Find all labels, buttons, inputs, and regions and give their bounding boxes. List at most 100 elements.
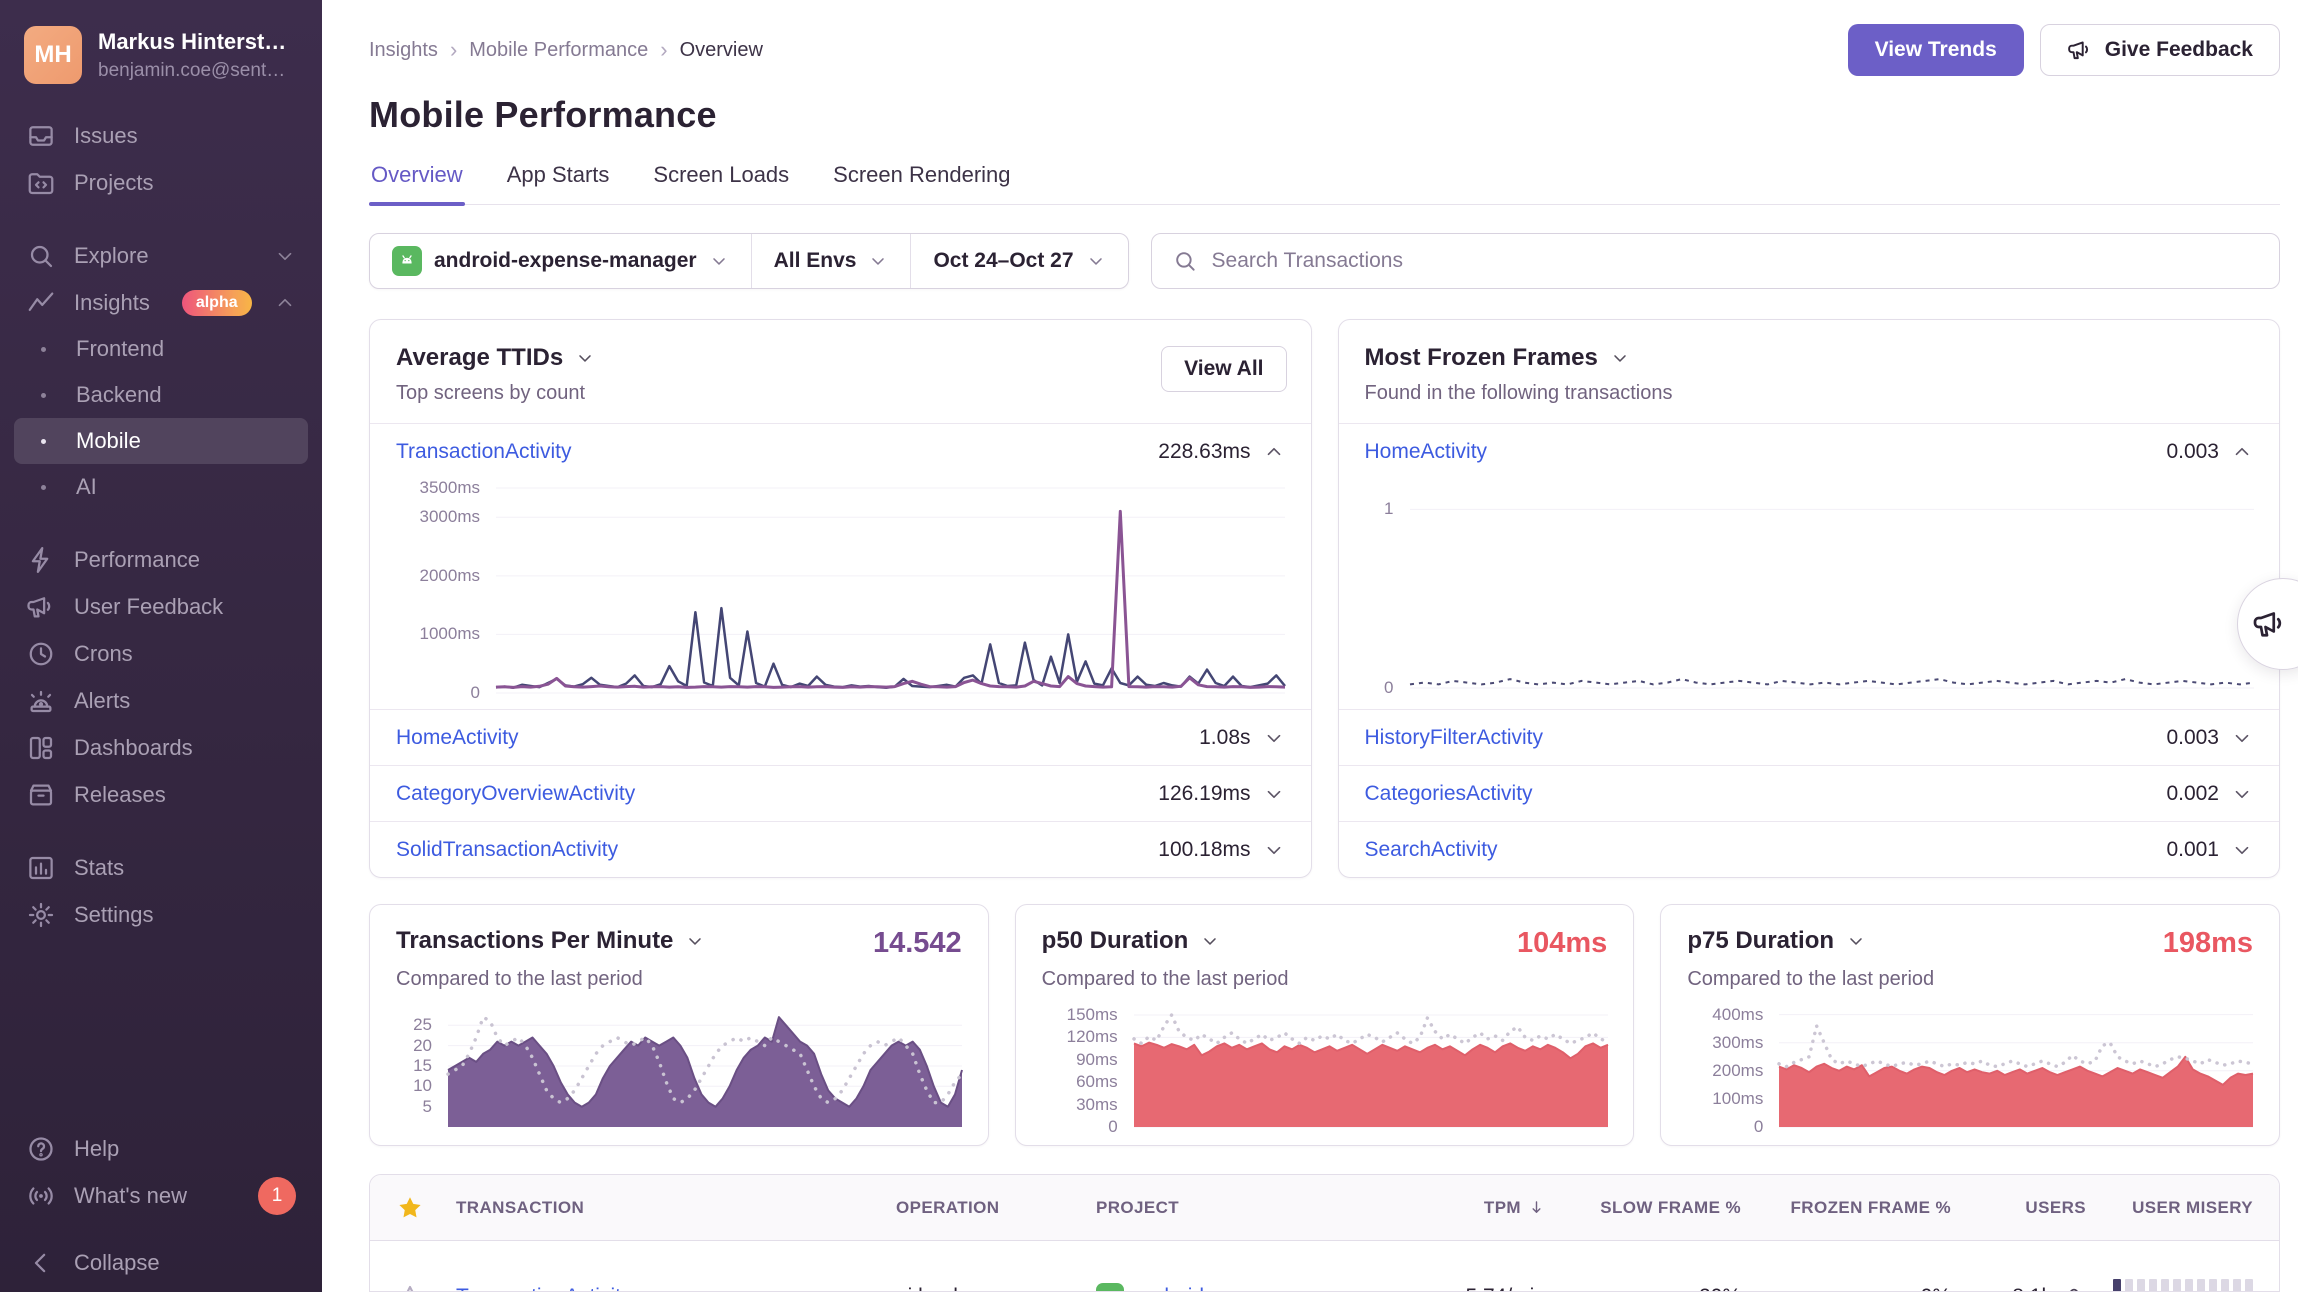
search-transactions-box[interactable] [1151, 233, 2280, 289]
chevron-down-icon[interactable] [1263, 839, 1285, 861]
activity-row[interactable]: HistoryFilterActivity0.003 [1339, 709, 2280, 765]
sidebar-item-crons[interactable]: Crons [14, 630, 308, 677]
chevron-down-icon [274, 245, 296, 267]
sidebar-item-insights[interactable]: Insightsalpha [14, 279, 308, 326]
chevron-down-icon[interactable] [1846, 931, 1866, 951]
sidebar-item-ai[interactable]: AI [14, 464, 308, 510]
transaction-link[interactable]: HistoryFilterActivity [1365, 726, 1544, 750]
transaction-link[interactable]: HomeActivity [1365, 440, 1488, 464]
sidebar-item-label: Releases [74, 782, 166, 808]
sidebar-item-label: Backend [76, 382, 162, 408]
sidebar-item-releases[interactable]: Releases [14, 771, 308, 818]
p50-duration-panel: p50 Duration 104ms Compared to the last … [1015, 904, 1635, 1146]
chevron-down-icon[interactable] [685, 931, 705, 951]
project-link[interactable]: android-expense-manager [1134, 1285, 1380, 1292]
table-row: TransactionActivityui.loadandroid-expens… [370, 1241, 2279, 1292]
chevron-up-icon[interactable] [2231, 441, 2253, 463]
chevron-down-icon[interactable] [1263, 783, 1285, 805]
chevron-down-icon[interactable] [2231, 839, 2253, 861]
sidebar-item-label: Stats [74, 855, 124, 881]
activity-row[interactable]: SearchActivity0.001 [1339, 821, 2280, 877]
sidebar-item-help[interactable]: Help [14, 1125, 308, 1172]
transaction-link[interactable]: CategoryOverviewActivity [396, 782, 635, 806]
breadcrumb-mobile-performance[interactable]: Mobile Performance [469, 39, 648, 62]
axis-tick-label: 150ms [1042, 1005, 1118, 1025]
column-header-frozen-frame-[interactable]: FROZEN FRAME % [1791, 1198, 1951, 1218]
tab-overview[interactable]: Overview [369, 162, 465, 204]
activity-row[interactable]: CategoryOverviewActivity 126.19ms [370, 765, 1311, 821]
activity-row[interactable]: CategoriesActivity0.002 [1339, 765, 2280, 821]
activity-row[interactable]: SolidTransactionActivity100.18ms [370, 821, 1311, 877]
sidebar-item-label: Dashboards [74, 735, 193, 761]
tab-screen-loads[interactable]: Screen Loads [651, 162, 791, 204]
sidebar-item-label: Explore [74, 243, 149, 269]
tab-app-starts[interactable]: App Starts [505, 162, 612, 204]
sidebar-item-stats[interactable]: Stats [14, 844, 308, 891]
zigzag-icon [26, 288, 56, 318]
view-all-button[interactable]: View All [1161, 346, 1286, 392]
chevron-up-icon[interactable] [1263, 441, 1285, 463]
column-header-users[interactable]: USERS [2025, 1198, 2086, 1218]
user-menu[interactable]: MH Markus Hinterst… benjamin.coe@sent… [24, 26, 298, 84]
column-header-tpm[interactable]: TPM [1484, 1198, 1521, 1218]
transaction-link[interactable]: CategoriesActivity [1365, 782, 1533, 806]
give-feedback-button[interactable]: Give Feedback [2040, 24, 2280, 76]
sidebar-item-frontend[interactable]: Frontend [14, 326, 308, 372]
frozen-expanded-row[interactable]: HomeActivity 0.003 [1339, 424, 2280, 480]
ttid-expanded-row[interactable]: TransactionActivity 228.63ms [370, 424, 1311, 480]
column-header-project[interactable]: PROJECT [1096, 1198, 1179, 1218]
star-toggle-icon[interactable] [396, 1283, 424, 1292]
axis-tick-label: 1 [1365, 499, 1394, 519]
barchart-icon [26, 853, 56, 883]
column-header-user-misery[interactable]: USER MISERY [2132, 1198, 2253, 1218]
bullet-icon [41, 485, 46, 490]
chevron-down-icon[interactable] [2231, 783, 2253, 805]
sidebar-item-projects[interactable]: Projects [14, 159, 308, 206]
chevron-down-icon[interactable] [1610, 348, 1630, 368]
p75-title: p75 Duration [1687, 927, 1834, 955]
metric-value: 1.08s [1199, 726, 1250, 750]
android-project-icon [1096, 1283, 1124, 1292]
view-trends-button[interactable]: View Trends [1848, 24, 2024, 76]
transaction-link[interactable]: TransactionActivity [456, 1285, 631, 1292]
slow-frame-value: 20% [1699, 1285, 1741, 1292]
sidebar-item-performance[interactable]: Performance [14, 536, 308, 583]
transaction-link[interactable]: SolidTransactionActivity [396, 838, 618, 862]
chevron-down-icon[interactable] [2231, 727, 2253, 749]
chevron-down-icon[interactable] [1263, 727, 1285, 749]
sidebar-item-backend[interactable]: Backend [14, 372, 308, 418]
transaction-link[interactable]: SearchActivity [1365, 838, 1498, 862]
transaction-link[interactable]: TransactionActivity [396, 440, 571, 464]
environment-filter[interactable]: All Envs [751, 234, 911, 288]
transaction-link[interactable]: HomeActivity [396, 726, 519, 750]
column-header-operation[interactable]: OPERATION [896, 1198, 999, 1218]
sidebar-item-settings[interactable]: Settings [14, 891, 308, 938]
p50-title: p50 Duration [1042, 927, 1189, 955]
date-range-filter[interactable]: Oct 24–Oct 27 [910, 234, 1127, 288]
search-transactions-input[interactable] [1212, 249, 2259, 273]
metric-value: 126.19ms [1158, 782, 1250, 806]
sidebar-item-user-feedback[interactable]: User Feedback [14, 583, 308, 630]
sidebar-item-mobile[interactable]: Mobile [14, 418, 308, 464]
clock-icon [26, 639, 56, 669]
activity-row[interactable]: HomeActivity 1.08s [370, 709, 1311, 765]
sidebar-item-issues[interactable]: Issues [14, 112, 308, 159]
sidebar-item-dashboards[interactable]: Dashboards [14, 724, 308, 771]
chevron-down-icon[interactable] [575, 348, 595, 368]
tab-screen-rendering[interactable]: Screen Rendering [831, 162, 1012, 204]
sidebar-item-explore[interactable]: Explore [14, 232, 308, 279]
sidebar-item-alerts[interactable]: Alerts [14, 677, 308, 724]
breadcrumb-insights[interactable]: Insights [369, 39, 438, 62]
project-filter[interactable]: android-expense-manager [370, 234, 751, 288]
axis-tick-label: 0 [1365, 678, 1394, 698]
axis-tick-label: 120ms [1042, 1027, 1118, 1047]
sort-descending-icon[interactable] [1527, 1198, 1546, 1217]
sidebar-item-collapse[interactable]: Collapse [14, 1239, 308, 1286]
sidebar-item-what-s-new[interactable]: What's new1 [14, 1172, 308, 1219]
average-ttids-panel: Average TTIDs Top screens by count View … [369, 319, 1312, 878]
column-header-slow-frame-[interactable]: SLOW FRAME % [1600, 1198, 1741, 1218]
tpm-title: Transactions Per Minute [396, 927, 673, 955]
chevron-down-icon[interactable] [1200, 931, 1220, 951]
column-header-transaction[interactable]: TRANSACTION [456, 1198, 584, 1218]
axis-tick-label: 0 [1687, 1117, 1763, 1137]
